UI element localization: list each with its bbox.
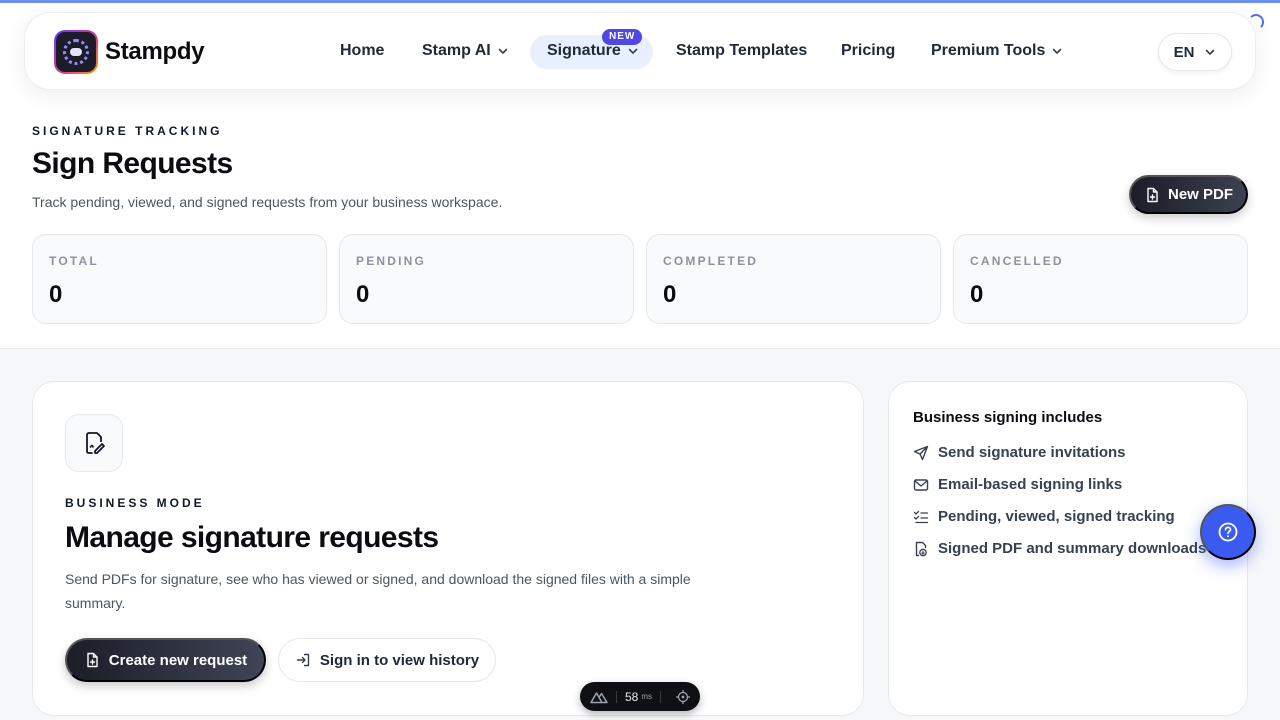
feature-label: Email-based signing links <box>938 476 1123 493</box>
feature-label: Send signature invitations <box>938 444 1126 461</box>
stat-value: 0 <box>970 281 984 308</box>
divider <box>660 690 662 703</box>
feature-label: Pending, viewed, signed tracking <box>938 508 1175 525</box>
create-new-request-label: Create new request <box>108 651 248 669</box>
brand-name[interactable]: Stampdy <box>105 38 205 66</box>
nav-premium-tools-label: Premium Tools <box>931 42 1046 59</box>
sign-in-icon <box>296 653 310 667</box>
nav-premium-tools[interactable]: Premium Tools <box>931 42 1063 60</box>
devtools-toolbar[interactable]: 58 ms <box>580 682 700 711</box>
section-eyebrow: SIGNATURE TRACKING <box>32 124 223 138</box>
stat-card-completed: COMPLETED 0 <box>646 234 941 324</box>
nuxt-logo-icon[interactable] <box>590 690 608 704</box>
chevron-down-icon <box>498 48 508 54</box>
business-features-card: Business signing includes Send signature… <box>888 381 1248 716</box>
sign-in-history-label: Sign in to view history <box>319 651 480 669</box>
send-icon <box>913 445 929 460</box>
features-title: Business signing includes <box>913 409 1103 426</box>
list-checks-icon <box>913 510 929 523</box>
nav-pricing-label: Pricing <box>841 42 896 59</box>
create-new-request-button[interactable]: Create new request <box>65 638 266 682</box>
card-title: Manage signature requests <box>65 521 439 554</box>
help-circle-icon <box>1218 522 1238 542</box>
language-selector[interactable]: EN <box>1158 33 1232 71</box>
language-label: EN <box>1173 43 1195 61</box>
new-pdf-label: New PDF <box>1167 186 1233 203</box>
chevron-down-icon <box>1206 49 1215 55</box>
nav-stamp-templates[interactable]: Stamp Templates <box>676 42 807 60</box>
stat-card-pending: PENDING 0 <box>339 234 634 324</box>
signature-document-icon <box>65 414 123 472</box>
nav-home[interactable]: Home <box>340 42 384 60</box>
file-plus-icon <box>1147 187 1158 202</box>
page-title: Sign Requests <box>32 147 233 180</box>
chevron-down-icon <box>1053 48 1062 54</box>
help-button[interactable] <box>1200 504 1256 560</box>
sign-in-history-button[interactable]: Sign in to view history <box>278 638 496 682</box>
nav-home-label: Home <box>340 42 385 59</box>
stat-card-cancelled: CANCELLED 0 <box>953 234 1248 324</box>
business-mode-card: BUSINESS MODE Manage signature requests … <box>32 381 864 716</box>
file-download-icon <box>915 541 927 556</box>
stat-label: COMPLETED <box>663 254 759 268</box>
nav-pricing[interactable]: Pricing <box>841 42 895 60</box>
mail-icon <box>913 478 929 491</box>
new-pdf-button[interactable]: New PDF <box>1129 175 1248 214</box>
card-eyebrow: BUSINESS MODE <box>65 496 205 510</box>
feature-item: Email-based signing links <box>913 476 1122 493</box>
page-load-progress-bar <box>0 0 1280 3</box>
stat-value: 0 <box>663 281 677 308</box>
top-navbar: Stampdy Home Stamp AI Signature NEW Stam… <box>24 12 1256 90</box>
nav-stamp-ai[interactable]: Stamp AI <box>422 42 509 60</box>
stat-label: TOTAL <box>49 254 99 268</box>
render-time-value: 58 <box>625 689 639 704</box>
stat-card-total: TOTAL 0 <box>32 234 327 324</box>
divider <box>616 690 617 703</box>
stat-value: 0 <box>49 281 63 308</box>
file-plus-icon <box>87 652 98 668</box>
nav-stamp-templates-label: Stamp Templates <box>676 42 808 59</box>
feature-item: Signed PDF and summary downloads <box>913 540 1206 557</box>
feature-item: Pending, viewed, signed tracking <box>913 508 1175 525</box>
feature-label: Signed PDF and summary downloads <box>938 540 1207 557</box>
stampdy-logo[interactable] <box>54 30 98 74</box>
stat-value: 0 <box>356 281 370 308</box>
chevron-down-icon <box>628 48 638 54</box>
crosshair-icon[interactable] <box>676 689 690 704</box>
render-time-unit: ms <box>641 692 653 701</box>
page-subtitle: Track pending, viewed, and signed reques… <box>32 194 503 210</box>
card-description: Send PDFs for signature, see who has vie… <box>65 571 691 611</box>
new-badge: NEW <box>602 29 643 45</box>
nav-stamp-ai-label: Stamp AI <box>422 42 491 59</box>
feature-item: Send signature invitations <box>913 444 1126 461</box>
stat-label: CANCELLED <box>970 254 1064 268</box>
stat-label: PENDING <box>356 254 427 268</box>
